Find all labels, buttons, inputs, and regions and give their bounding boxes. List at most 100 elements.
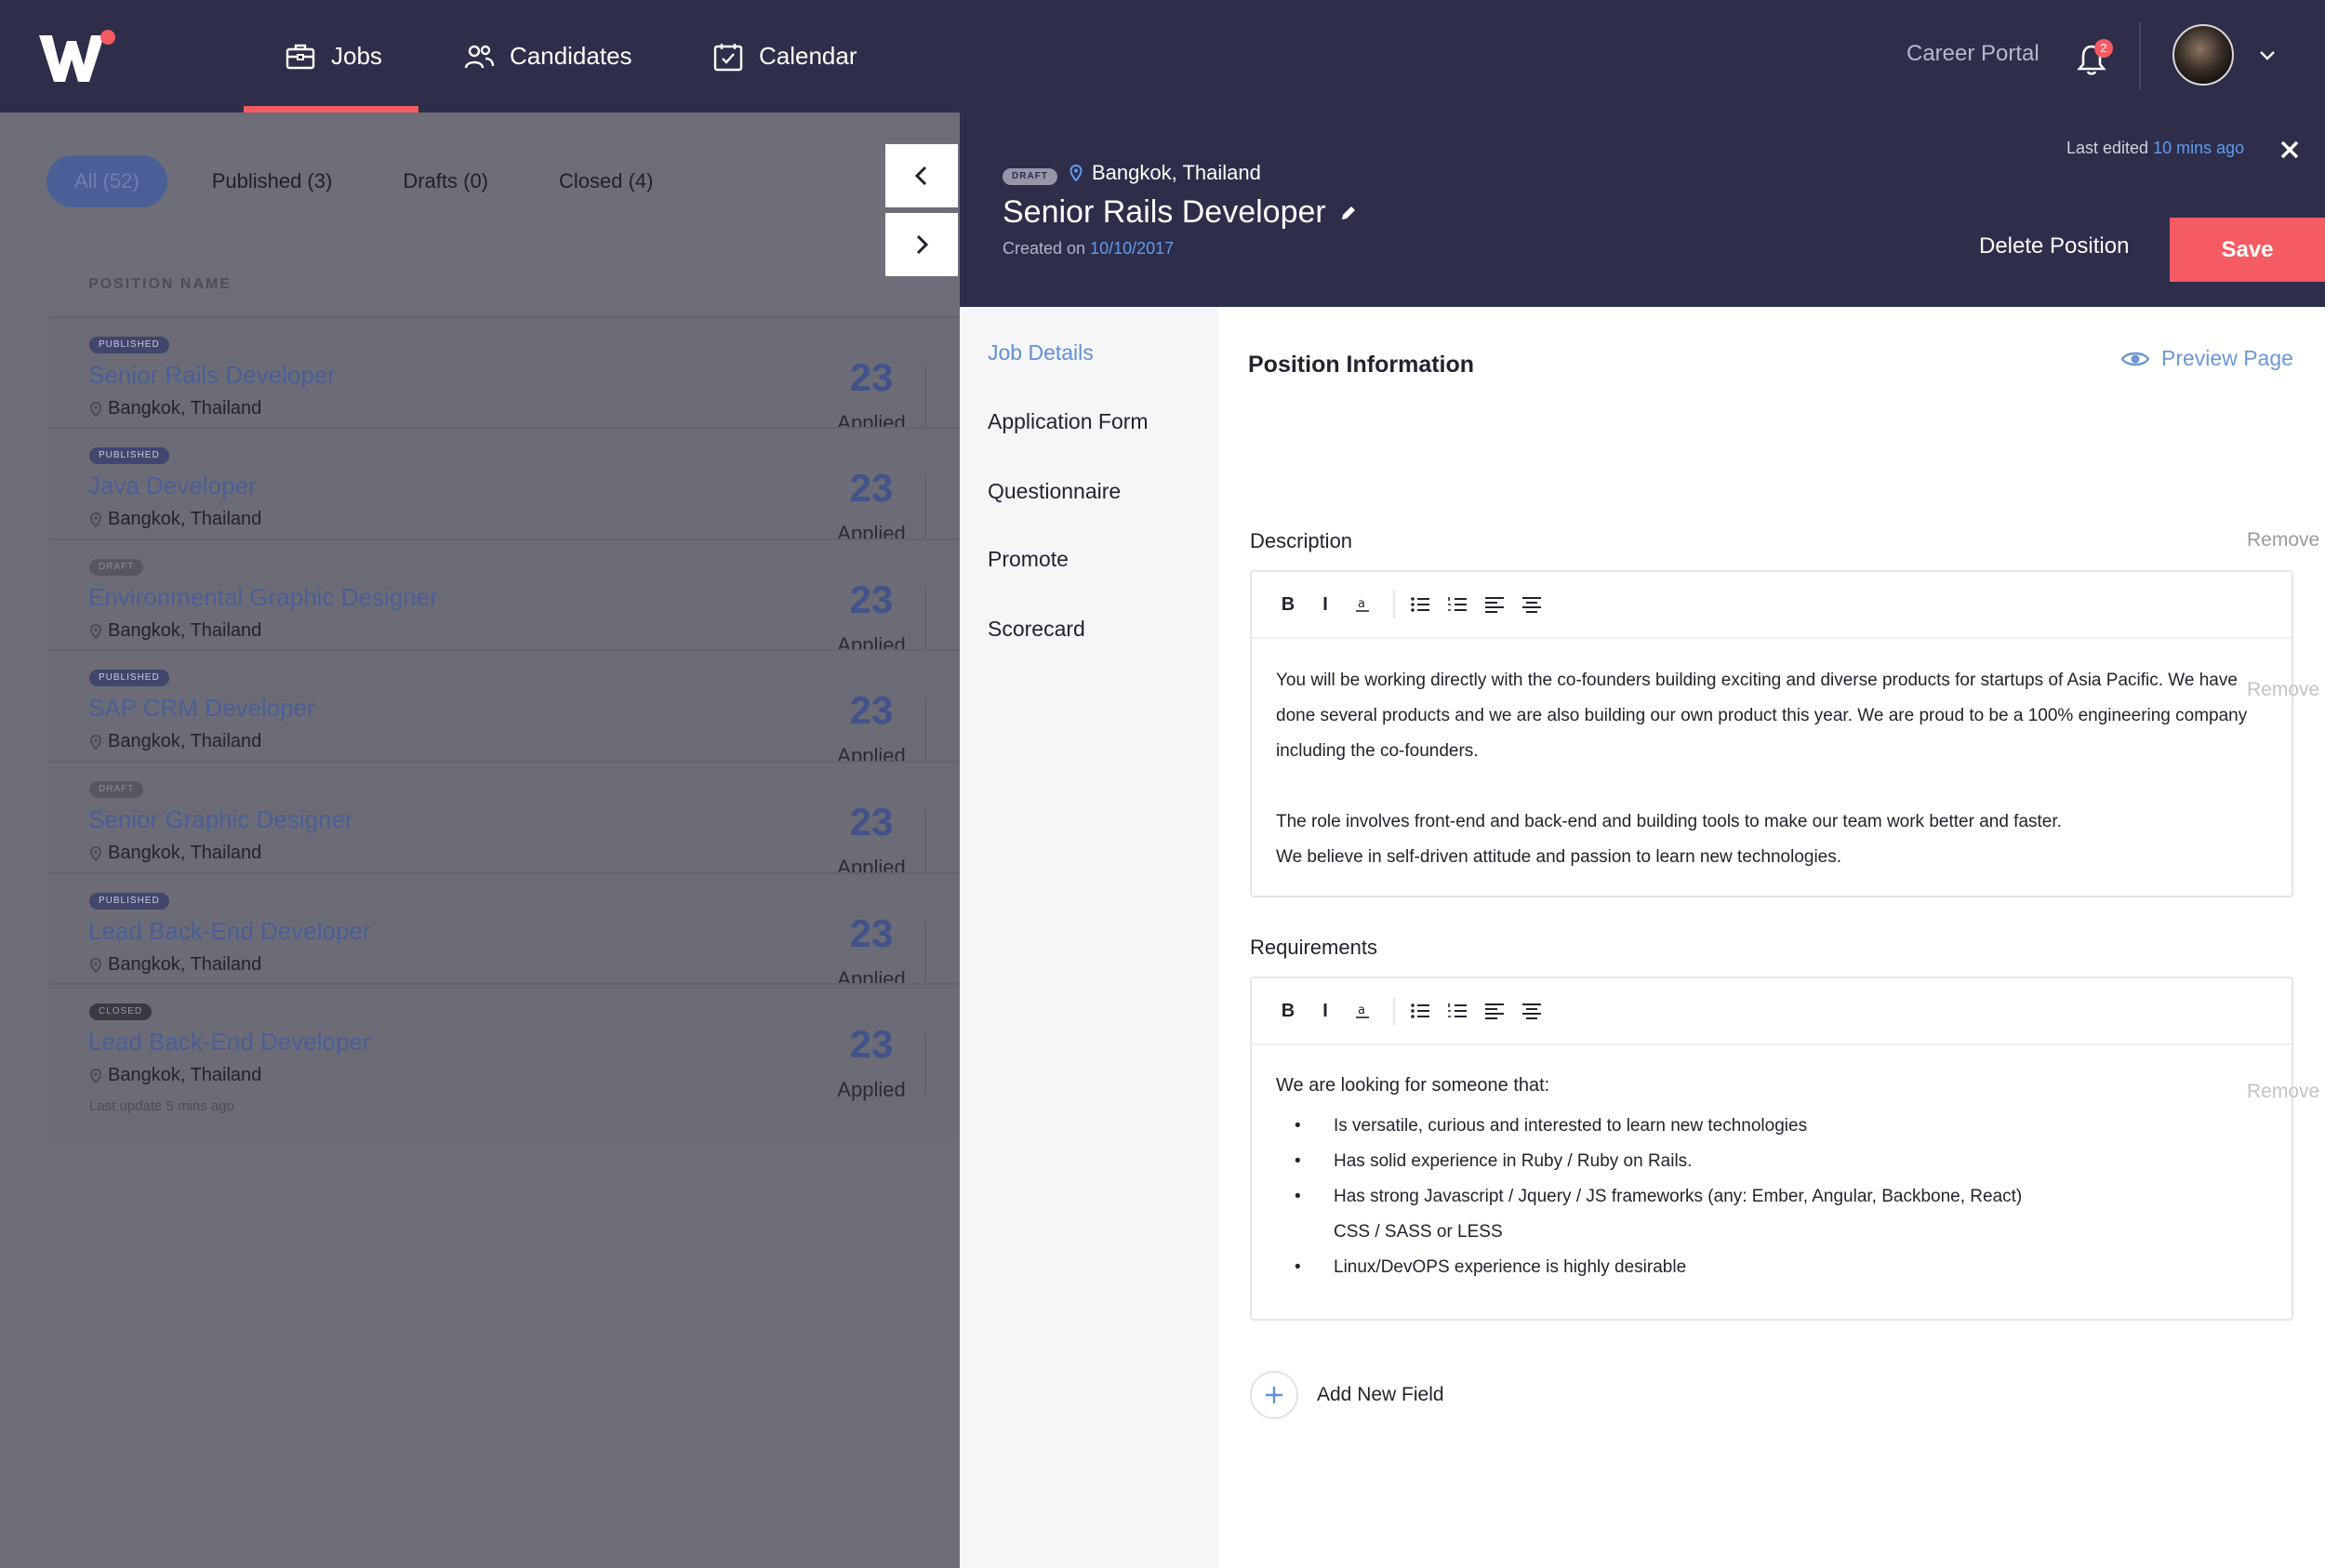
prev-button[interactable] xyxy=(885,144,958,207)
job-title[interactable]: Lead Back-End Developer xyxy=(88,1028,371,1056)
nav-tab-calendar[interactable]: Calendar xyxy=(712,0,857,113)
job-title[interactable]: Environmental Graphic Designer xyxy=(88,583,438,612)
align-left-icon[interactable] xyxy=(1482,999,1507,1023)
job-card[interactable]: CLOSED Lead Back-End Developer Bangkok, Th… xyxy=(48,983,960,1141)
job-location: Bangkok, Thailand xyxy=(89,509,261,530)
bullet-list-icon[interactable] xyxy=(1408,592,1432,617)
filter-closed[interactable]: Closed (4) xyxy=(533,155,679,207)
nav-tab-candidates[interactable]: Candidates xyxy=(463,0,632,113)
remove-paragraph-link[interactable]: Remove xyxy=(2247,679,2319,701)
job-title[interactable]: SAP CRM Developer xyxy=(88,694,315,723)
side-nav-promote[interactable]: Promote xyxy=(988,547,1069,572)
underline-icon[interactable]: a xyxy=(1350,999,1375,1023)
filter-tabs: All (52) Published (3) Drafts (0) Closed… xyxy=(46,155,698,207)
status-badge: PUBLISHED xyxy=(89,893,169,910)
underline-icon[interactable]: a xyxy=(1350,592,1375,617)
top-navbar: Jobs Candidates Calendar Career Portal 2 xyxy=(0,0,2325,113)
divider xyxy=(924,699,926,761)
align-center-icon[interactable] xyxy=(1520,592,1544,617)
position-title-text: Senior Rails Developer xyxy=(1003,194,1326,230)
job-title[interactable]: Lead Back-End Developer xyxy=(88,917,371,946)
location-pin-icon xyxy=(89,1068,102,1083)
last-edited-time[interactable]: 10 mins ago xyxy=(2153,139,2244,157)
applicant-count: 23 xyxy=(849,800,894,844)
chevron-down-icon[interactable] xyxy=(2258,48,2277,61)
filter-published[interactable]: Published (3) xyxy=(186,155,359,207)
add-field-label: Add New Field xyxy=(1317,1384,1444,1405)
location-pin-icon xyxy=(89,734,102,750)
add-new-field-button[interactable]: Add New Field xyxy=(1250,1371,1444,1419)
eye-icon xyxy=(2120,352,2150,365)
bold-icon[interactable]: B xyxy=(1276,999,1300,1023)
created-date-link[interactable]: 10/10/2017 xyxy=(1090,239,1174,258)
save-button[interactable]: Save xyxy=(2170,218,2325,282)
description-paragraph: We believe in self-driven attitude and p… xyxy=(1276,847,1842,867)
job-title[interactable]: Java Developer xyxy=(88,472,257,500)
divider xyxy=(924,477,926,538)
status-badge: DRAFT xyxy=(89,781,144,798)
pencil-icon[interactable] xyxy=(1339,204,1358,222)
avatar[interactable] xyxy=(2172,24,2234,86)
toolbar-divider xyxy=(1393,997,1395,1025)
list-item: Is versatile, curious and interested to … xyxy=(1276,1109,2057,1144)
side-nav-questionnaire[interactable]: Questionnaire xyxy=(988,479,1121,504)
location-text: Bangkok, Thailand xyxy=(1092,161,1261,184)
delete-position-button[interactable]: Delete Position xyxy=(1979,233,2129,259)
nav-tab-jobs[interactable]: Jobs xyxy=(285,0,382,113)
location-text: Bangkok, Thailand xyxy=(108,509,262,529)
bold-icon[interactable]: B xyxy=(1276,592,1300,617)
chevron-left-icon xyxy=(914,166,927,186)
notification-badge: 2 xyxy=(2094,39,2113,58)
last-update: Last update 5 mins ago xyxy=(89,1098,234,1114)
logo-icon[interactable] xyxy=(37,28,117,86)
next-button[interactable] xyxy=(885,213,958,276)
side-nav-scorecard[interactable]: Scorecard xyxy=(988,617,1085,642)
preview-page-link[interactable]: Preview Page xyxy=(2120,346,2293,371)
job-location: Bangkok, Thailand xyxy=(89,620,261,642)
align-center-icon[interactable] xyxy=(1520,999,1544,1023)
applicant-count: 23 xyxy=(849,1022,894,1066)
active-tab-indicator xyxy=(244,106,418,113)
numbered-list-icon[interactable] xyxy=(1445,999,1469,1023)
align-left-icon[interactable] xyxy=(1482,592,1507,617)
filter-drafts[interactable]: Drafts (0) xyxy=(377,155,514,207)
nav-tab-label: Candidates xyxy=(510,42,632,70)
created-prefix: Created on xyxy=(1003,239,1091,258)
job-list-pane: All (52) Published (3) Drafts (0) Closed… xyxy=(0,113,960,1568)
requirements-editor[interactable]: B I a We are looking for someone that: I… xyxy=(1250,977,2293,1321)
position-location: Bangkok, Thailand xyxy=(1070,161,1261,185)
last-edited: Last edited 10 mins ago xyxy=(2066,139,2244,158)
italic-icon[interactable]: I xyxy=(1313,592,1337,617)
toolbar-divider xyxy=(1393,591,1395,618)
location-pin-icon xyxy=(89,957,102,973)
italic-icon[interactable]: I xyxy=(1313,999,1337,1023)
applicant-count: 23 xyxy=(849,911,894,955)
job-title[interactable]: Senior Graphic Designer xyxy=(88,805,353,834)
job-title[interactable]: Senior Rails Developer xyxy=(88,361,336,390)
career-portal-link[interactable]: Career Portal xyxy=(1906,41,2039,67)
list-item: Has strong Javascript / Jquery / JS fram… xyxy=(1276,1179,2057,1250)
remove-description-link[interactable]: Remove xyxy=(2247,529,2319,551)
side-nav-job-details[interactable]: Job Details xyxy=(988,340,1094,365)
side-nav-application-form[interactable]: Application Form xyxy=(988,409,1149,434)
status-badge: CLOSED xyxy=(89,1003,153,1020)
location-pin-icon xyxy=(89,845,102,861)
close-icon[interactable] xyxy=(2278,139,2301,161)
bullet-list-icon[interactable] xyxy=(1408,999,1432,1023)
requirements-text: We are looking for someone that: Is vers… xyxy=(1252,1045,2292,1285)
applicant-count: 23 xyxy=(849,688,894,732)
position-title: Senior Rails Developer xyxy=(1003,194,1358,231)
panel-header: DRAFT Bangkok, Thailand Senior Rails Dev… xyxy=(960,113,2325,307)
applied-label: Applied xyxy=(837,1078,906,1101)
numbered-list-icon[interactable] xyxy=(1445,592,1469,617)
last-edited-prefix: Last edited xyxy=(2066,139,2154,157)
requirements-label: Requirements xyxy=(1250,936,1377,959)
description-editor[interactable]: B I a You will be working directly with … xyxy=(1250,570,2293,897)
remove-requirements-link[interactable]: Remove xyxy=(2247,1081,2319,1103)
job-location: Bangkok, Thailand xyxy=(89,843,261,864)
filter-all[interactable]: All (52) xyxy=(46,155,167,207)
svg-text:a: a xyxy=(1358,597,1365,611)
applicant-count: 23 xyxy=(849,578,894,621)
divider xyxy=(924,366,926,428)
location-text: Bangkok, Thailand xyxy=(108,731,262,751)
